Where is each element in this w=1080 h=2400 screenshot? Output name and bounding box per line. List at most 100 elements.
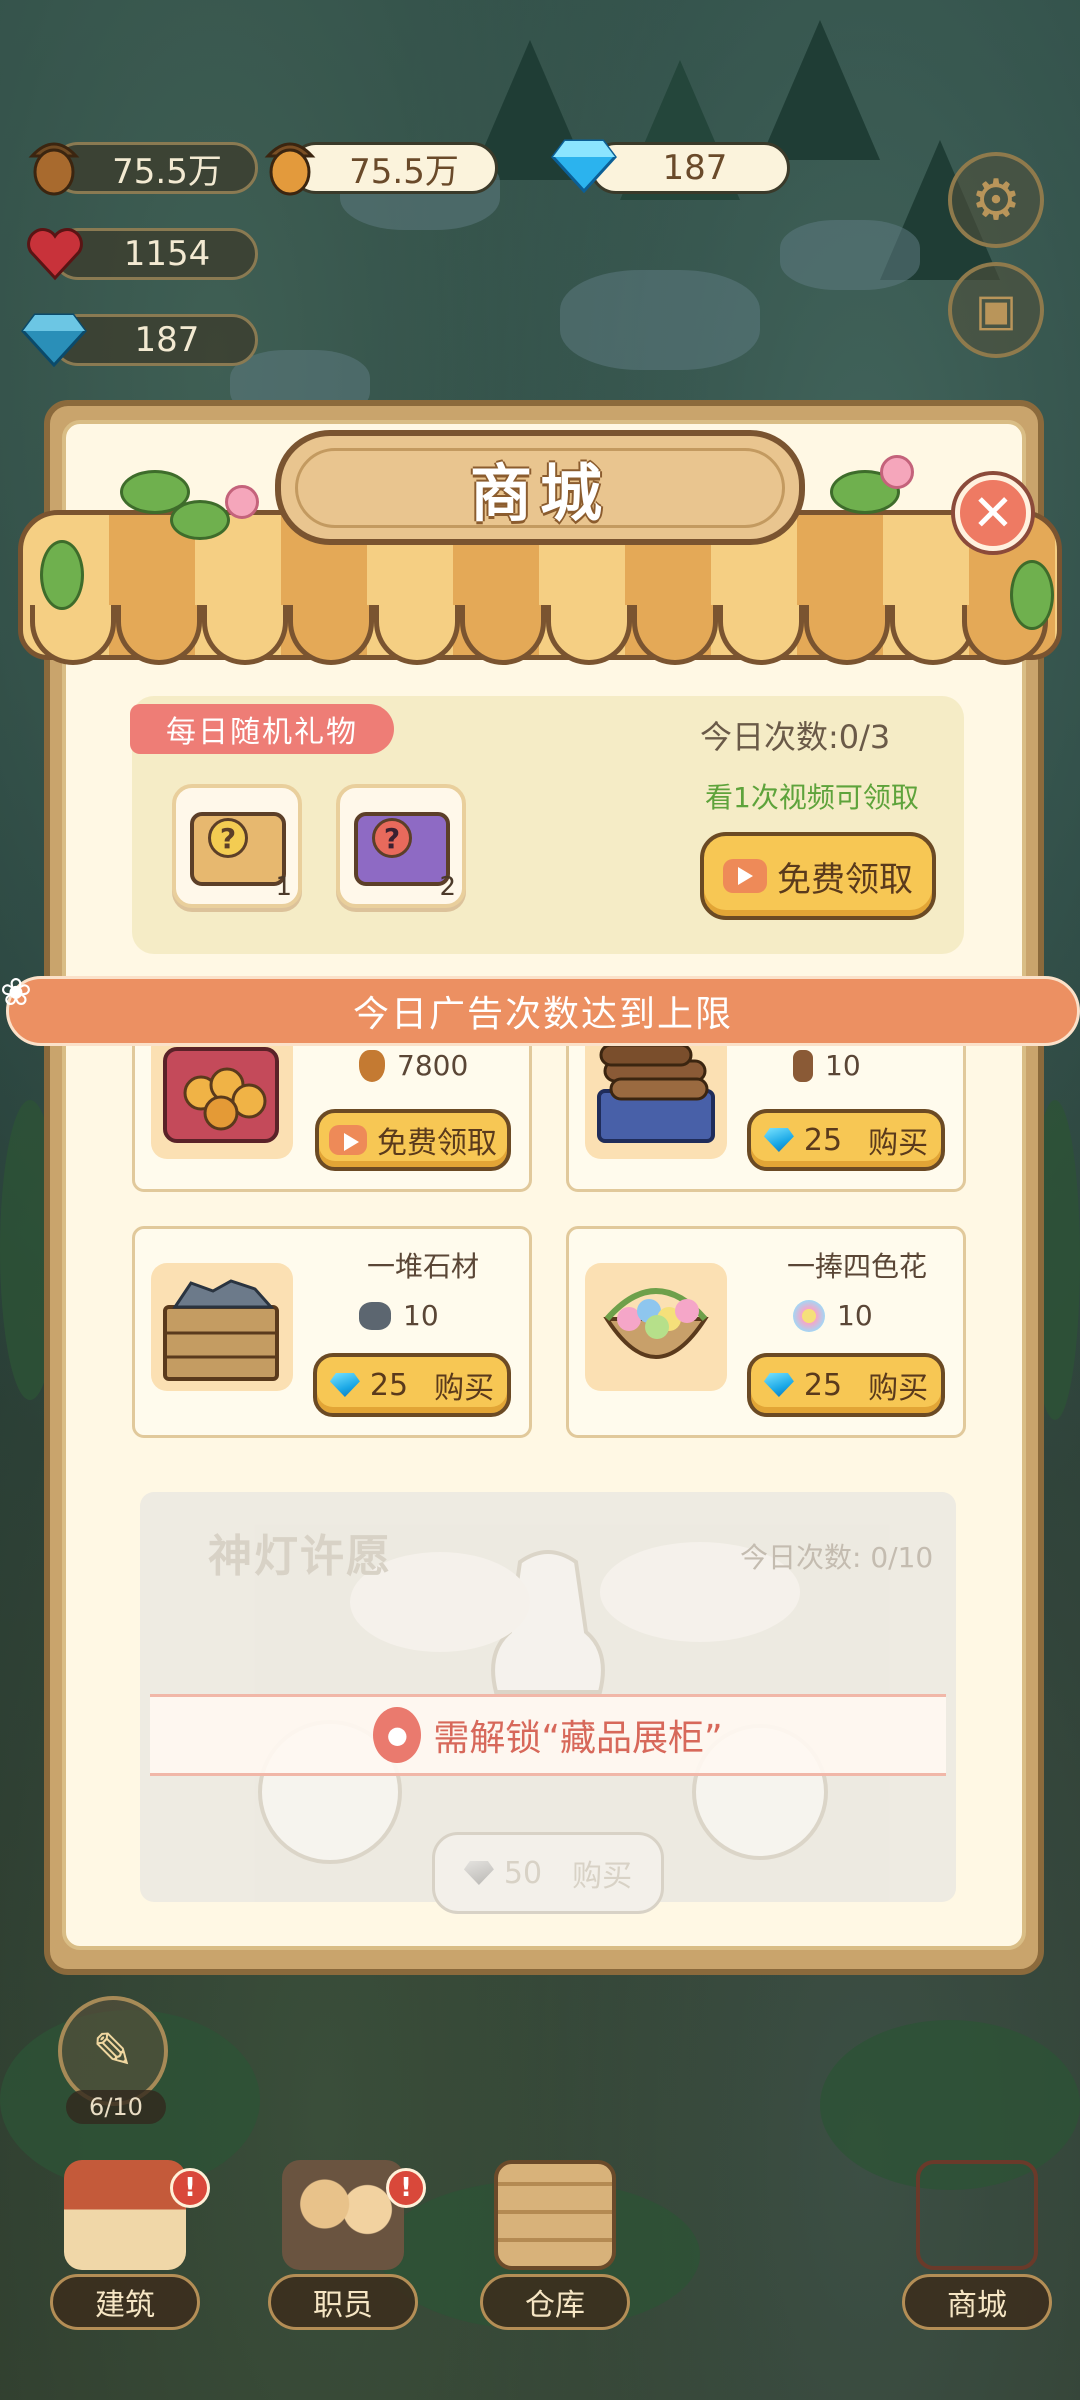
daily-gift-tag: 每日随机礼物 [130,704,394,754]
shop-icon [916,2160,1038,2270]
gear-icon: ⚙ [970,167,1022,233]
stone-name: 一堆石材 [367,1250,480,1283]
staff-icon [282,2160,404,2270]
gem-icon [763,1128,794,1152]
product-card-flowers: 一捧四色花 10 25 购买 [566,1226,966,1438]
settings-button[interactable]: ⚙ [948,152,1044,248]
video-icon [329,1125,367,1155]
flowers-qty: 10 [793,1299,873,1332]
lock-icon: ● [373,1707,422,1763]
gift-count: 2 [439,872,456,902]
acorn-gift-image [151,1031,293,1159]
acorn-counter-left: 75.5万 [52,142,258,194]
gem-counter-left-value: 187 [134,320,200,360]
book-button[interactable]: ▣ [948,262,1044,358]
nav-shop[interactable]: 商城 [902,2160,1052,2330]
acorn-counter-main-value: 75.5万 [349,151,459,192]
acorn-icon [26,130,82,200]
gem-icon [329,1373,360,1397]
acorn-counter-left-value: 75.5万 [112,151,222,192]
task-count: 6/10 [66,2090,166,2124]
stone-buy-button[interactable]: 25 购买 [313,1353,511,1417]
stone-buy-label: 购买 [434,1371,495,1406]
stone-qty: 10 [359,1299,439,1332]
wood-price: 25 [803,1122,843,1158]
magic-lamp-buy-label: 购买 [572,1859,633,1894]
wood-crate-image [585,1031,727,1159]
flower-decoration [225,485,259,519]
stone-qty-value: 10 [403,1299,439,1332]
magic-lamp-title: 神灯许愿 [208,1531,392,1582]
daily-hint-text: 看1次视频可领取 [705,781,919,814]
acorn-counter-main[interactable]: 75.5万 [290,142,498,194]
magic-lamp-buy-button: 50 购买 [432,1832,664,1914]
wood-qty: 10 [793,1049,861,1082]
acorn-free-claim-button[interactable]: 免费领取 [315,1109,511,1171]
flower-icon [793,1299,825,1332]
daily-count-text: 今日次数:0/3 [700,718,891,756]
acorn-icon [262,130,318,200]
magic-lamp-price: 50 [503,1855,543,1891]
gem-icon [20,312,88,368]
shop-title-board: 商城 [275,430,805,545]
ad-limit-banner: 今日广告次数达到上限 [6,976,1080,1046]
magic-lamp-count: 今日次数: 0/10 [740,1541,934,1574]
rock-decoration [780,220,920,290]
product-card-stone: 一堆石材 10 25 购买 [132,1226,532,1438]
leaf-decoration [40,540,84,610]
flower-basket-image [585,1263,727,1391]
close-button[interactable]: ✕ [955,475,1031,551]
flowers-price: 25 [803,1367,843,1403]
flower-decoration [880,455,914,489]
nav-shop-label: 商城 [902,2274,1052,2330]
paw-icon: ❀ [0,970,32,1014]
daily-gift-item[interactable]: ? 1 [172,784,302,908]
wood-qty-value: 10 [825,1049,861,1082]
wood-icon [793,1049,813,1082]
gift-count: 1 [275,872,292,902]
magic-lamp-lock-banner: ● 需解锁“藏品展柜” [150,1694,946,1776]
video-icon [723,859,767,893]
nav-staff-label: 职员 [268,2274,418,2330]
house-icon [64,2160,186,2270]
stone-icon [359,1301,391,1330]
flowers-qty-value: 10 [837,1299,873,1332]
question-icon: ? [208,818,248,858]
close-icon: ✕ [972,484,1014,542]
wood-buy-label: 购买 [868,1126,929,1161]
book-icon: ▣ [975,284,1017,336]
acorn-qty: 7800 [359,1049,468,1082]
gem-icon [763,1373,794,1397]
box-icon [494,2160,616,2270]
leaf-decoration [170,500,230,540]
question-icon: ? [372,818,412,858]
tree-decoration [760,20,880,160]
heart-icon [24,224,86,284]
stone-crate-image [151,1263,293,1391]
acorn-qty-value: 7800 [397,1049,469,1082]
leaf-decoration [1010,560,1054,630]
rock-decoration [560,270,760,370]
gem-counter-main[interactable]: 187 [590,142,790,194]
nav-warehouse[interactable]: 仓库 [480,2160,630,2330]
heart-counter-value: 1154 [123,234,211,274]
flowers-name: 一捧四色花 [787,1250,928,1283]
acorn-free-claim-label: 免费领取 [377,1126,497,1161]
gem-counter-main-value: 187 [662,148,728,188]
nav-build-label: 建筑 [50,2274,200,2330]
gem-icon [550,138,618,194]
acorn-icon [359,1049,385,1082]
nav-staff-badge: ! [386,2168,426,2208]
magic-lamp-lock-text: 需解锁“藏品展柜” [433,1718,723,1759]
stone-price: 25 [369,1367,409,1403]
nav-build-badge: ! [170,2168,210,2208]
daily-free-claim-label: 免费领取 [777,859,913,900]
flowers-buy-button[interactable]: 25 购买 [747,1353,945,1417]
shop-title: 商城 [295,447,785,530]
clipboard-icon: ✎ [92,2022,134,2080]
wood-buy-button[interactable]: 25 购买 [747,1109,945,1171]
daily-gift-item[interactable]: ? 2 [336,784,466,908]
daily-free-claim-button[interactable]: 免费领取 [700,832,936,920]
flowers-buy-label: 购买 [868,1371,929,1406]
gem-icon [463,1861,494,1885]
